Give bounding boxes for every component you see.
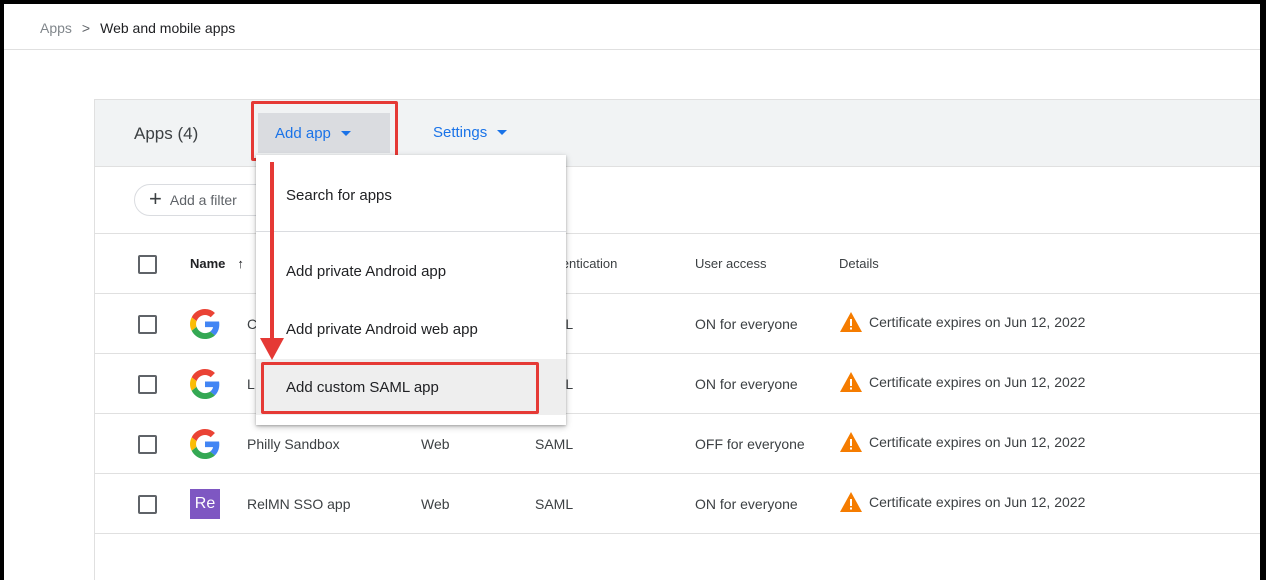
warning-icon [840,492,862,512]
add-app-label: Add app [275,124,331,142]
select-all-checkbox[interactable] [138,255,157,274]
annotation-arrow-shaft [270,162,274,342]
add-app-menu: Search for apps Add private Android app … [256,155,566,425]
app-name[interactable]: RelMN SSO app [247,496,350,512]
menu-divider [256,231,566,232]
menu-item-add-custom-saml-app[interactable]: Add custom SAML app [256,359,566,415]
menu-item-search-for-apps[interactable]: Search for apps [256,169,566,221]
menu-item-add-private-android-web-app[interactable]: Add private Android web app [256,303,566,355]
app-authentication: SAML [535,496,574,512]
row-checkbox[interactable] [138,315,157,334]
app-platform: Web [421,496,450,512]
details-text: Certificate expires on Jun 12, 2022 [869,374,1086,390]
app-platform: Web [421,436,450,452]
screenshot-frame: Apps > Web and mobile apps Apps (4) Add … [0,0,1266,580]
app-name[interactable]: L [247,376,255,392]
plus-icon: + [149,186,162,211]
annotation-arrow-head [260,338,284,360]
app-user-access: OFF for everyone [695,436,805,452]
settings-button[interactable]: Settings [433,124,508,141]
breadcrumb: Apps > Web and mobile apps [40,20,235,36]
settings-label: Settings [433,124,488,141]
breadcrumb-apps-link[interactable]: Apps [40,20,72,36]
row-checkbox[interactable] [138,495,157,514]
breadcrumb-current: Web and mobile apps [100,20,236,36]
sort-ascending-icon[interactable]: ↑ [237,256,244,271]
apps-count-title: Apps (4) [134,124,199,143]
app-details: Certificate expires on Jun 12, 2022 [839,371,1085,393]
warning-icon [840,312,862,332]
caret-down-icon [340,130,351,136]
app-name[interactable]: Philly Sandbox [247,436,340,452]
details-text: Certificate expires on Jun 12, 2022 [869,434,1086,450]
app-user-access: ON for everyone [695,316,798,332]
app-user-access: ON for everyone [695,496,798,512]
details-text: Certificate expires on Jun 12, 2022 [869,494,1086,510]
column-header-name[interactable]: Name ↑ [190,256,244,271]
app-user-access: ON for everyone [695,376,798,392]
add-app-button[interactable]: Add app [258,113,390,153]
menu-item-add-private-android-app[interactable]: Add private Android app [256,245,566,297]
table-row[interactable]: Re RelMN SSO app Web SAML ON for everyon… [95,475,1260,534]
top-divider [4,49,1260,50]
row-checkbox[interactable] [138,435,157,454]
column-header-user-access: User access [695,256,767,271]
breadcrumb-separator: > [81,20,91,36]
column-header-details: Details [839,256,879,271]
warning-icon [840,432,862,452]
google-logo-icon [190,429,220,459]
add-filter-label: Add a filter [169,192,237,208]
warning-icon [840,372,862,392]
app-details: Certificate expires on Jun 12, 2022 [839,311,1085,333]
app-details: Certificate expires on Jun 12, 2022 [839,491,1085,513]
app-details: Certificate expires on Jun 12, 2022 [839,431,1085,453]
re-logo-icon: Re [190,489,220,519]
app-authentication: SAML [535,436,574,452]
caret-down-icon [497,130,508,135]
details-text: Certificate expires on Jun 12, 2022 [869,314,1086,330]
row-checkbox[interactable] [138,375,157,394]
column-name-label: Name [190,256,226,271]
google-logo-icon [190,309,220,339]
google-logo-icon [190,369,220,399]
